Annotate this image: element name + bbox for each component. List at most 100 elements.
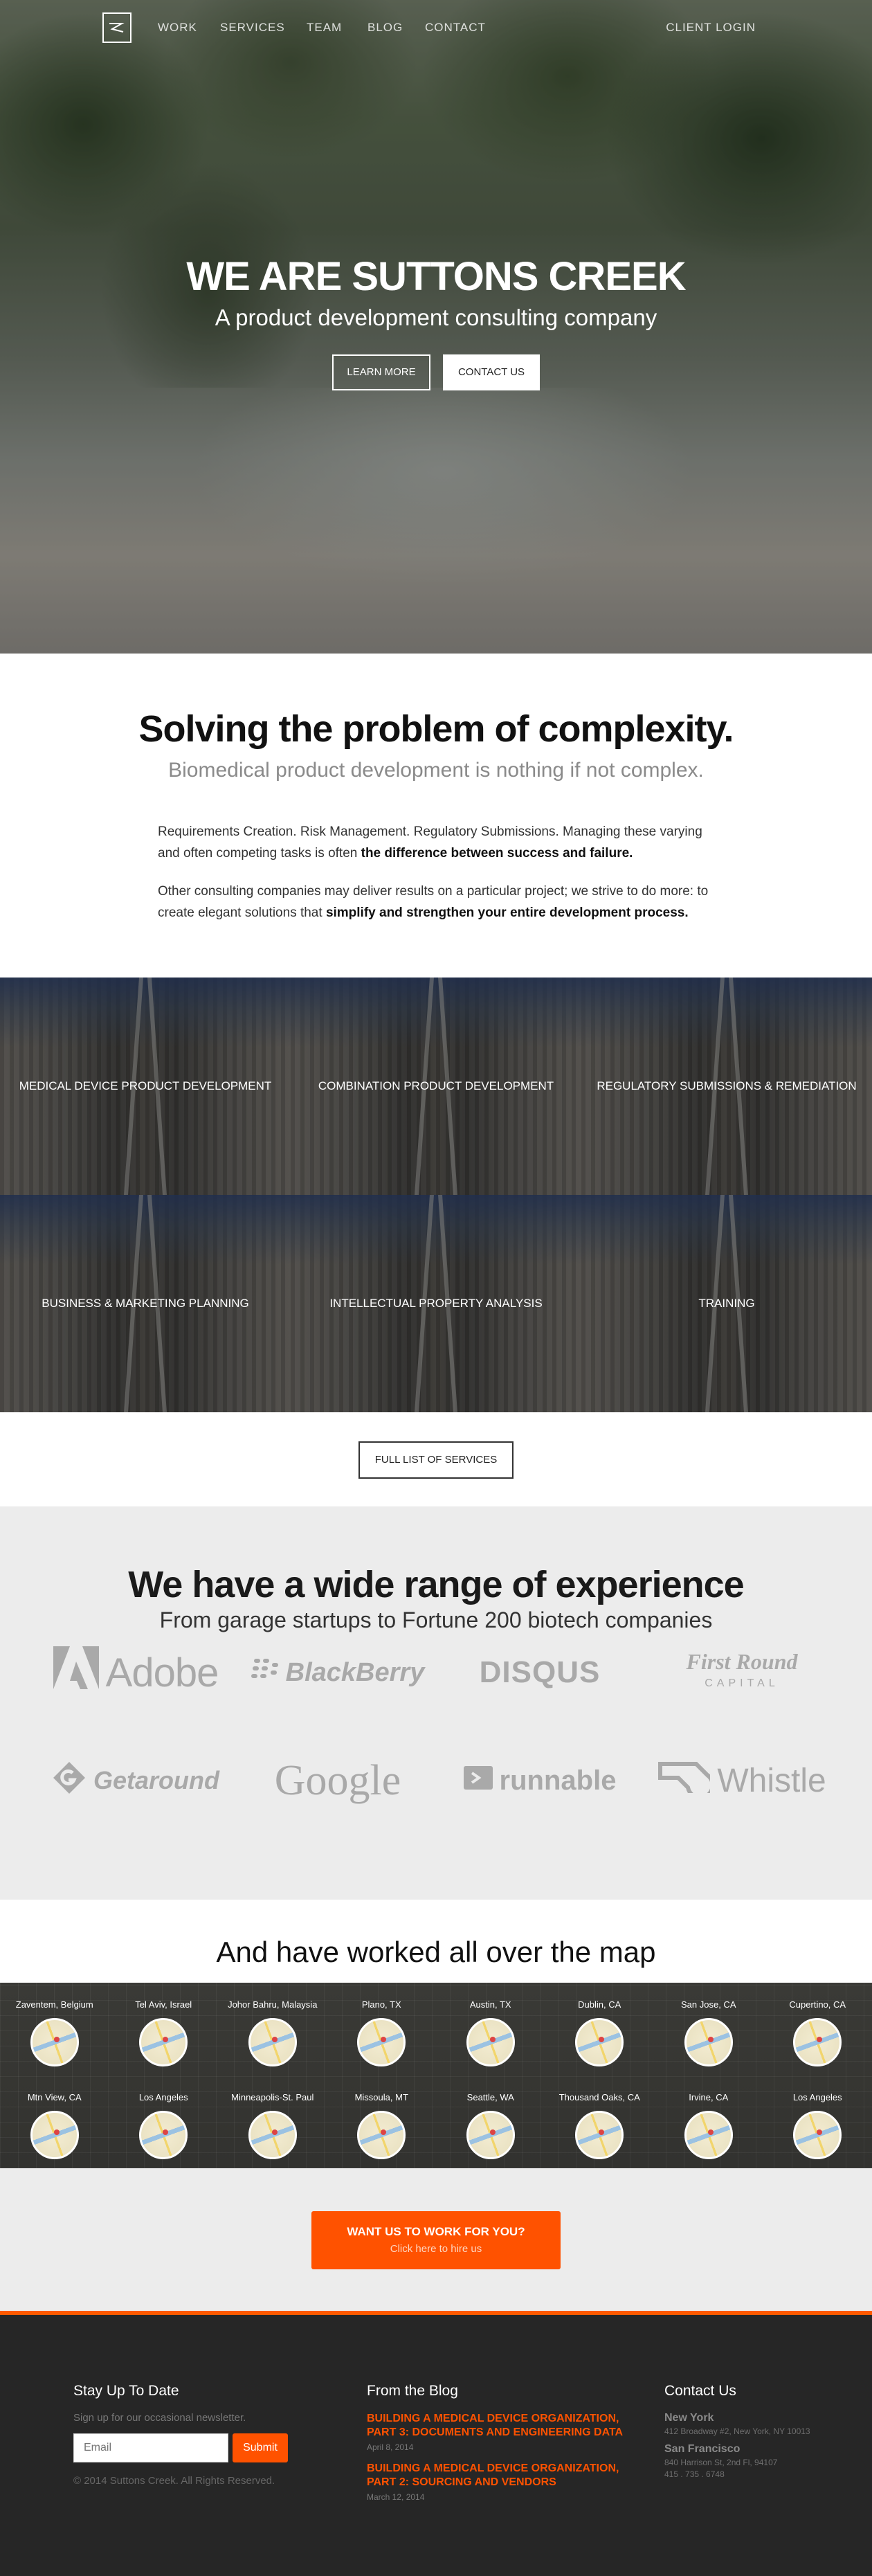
service-tile[interactable]: BUSINESS & MARKETING PLANNING (0, 1195, 291, 1412)
location-item: Tel Aviv, Israel (109, 1983, 219, 2075)
office-name: New York (664, 2412, 810, 2424)
office-new-york: New York 412 Broadway #2, New York, NY 1… (664, 2412, 810, 2436)
map-pin-icon (139, 2111, 188, 2159)
map-pin-icon (357, 2018, 406, 2066)
map-pin-icon (793, 2018, 842, 2066)
location-item: Los Angeles (109, 2075, 219, 2168)
map-pin-icon (466, 2111, 515, 2159)
whistle-logo: Whistle (652, 1753, 832, 1808)
learn-more-button[interactable]: LEARN MORE (332, 354, 430, 390)
getaround-icon (52, 1760, 87, 1801)
disqus-logo: DISQUS (450, 1645, 630, 1700)
blog-post: BUILDING A MEDICAL DEVICE ORGANIZATION, … (367, 2462, 644, 2502)
blog-post-link[interactable]: BUILDING A MEDICAL DEVICE ORGANIZATION, … (367, 2462, 619, 2488)
map-pin-icon (357, 2111, 406, 2159)
map-pin-icon (575, 2111, 624, 2159)
logo-wordmark: runnable (500, 1765, 617, 1796)
location-item: Los Angeles (763, 2075, 872, 2168)
service-tile[interactable]: TRAINING (581, 1195, 872, 1412)
logo-wordmark: Getaround (93, 1766, 219, 1795)
newsletter-form: Submit (73, 2433, 288, 2462)
location-name: Johor Bahru, Malaysia (228, 1999, 317, 2010)
paragraph-emphasis: the difference between success and failu… (361, 846, 633, 861)
footer: Stay Up To Date Sign up for our occasion… (0, 2315, 872, 2576)
services-grid: MEDICAL DEVICE PRODUCT DEVELOPMENT COMBI… (0, 978, 872, 1412)
full-list-section: FULL LIST OF SERVICES (0, 1412, 872, 1506)
office-address: 840 Harrison St, 2nd Fl, 94107 (664, 2458, 810, 2467)
runnable-icon (464, 1765, 493, 1796)
map-heading: And have worked all over the map (0, 1936, 872, 1969)
service-tile[interactable]: INTELLECTUAL PROPERTY ANALYSIS (291, 1195, 581, 1412)
location-name: Irvine, CA (689, 2092, 728, 2102)
whistle-icon (657, 1760, 710, 1801)
office-san-francisco: San Francisco 840 Harrison St, 2nd Fl, 9… (664, 2443, 810, 2479)
email-field[interactable] (73, 2433, 228, 2462)
service-label: COMBINATION PRODUCT DEVELOPMENT (311, 1079, 561, 1093)
complexity-section: Solving the problem of complexity. Biome… (0, 654, 872, 978)
service-label: BUSINESS & MARKETING PLANNING (35, 1297, 255, 1310)
full-list-of-services-button[interactable]: FULL LIST OF SERVICES (358, 1441, 514, 1479)
map-pin-icon (248, 2111, 297, 2159)
top-navigation: WORK SERVICES TEAM BLOG CONTACT CLIENT L… (0, 0, 872, 55)
map-pin-icon (30, 2018, 79, 2066)
blackberry-icon (251, 1657, 279, 1688)
service-tile[interactable]: COMBINATION PRODUCT DEVELOPMENT (291, 978, 581, 1195)
nav-blog[interactable]: BLOG (367, 21, 403, 35)
location-item: Plano, TX (327, 1983, 437, 2075)
map-pin-icon (139, 2018, 188, 2066)
newsletter-heading: Stay Up To Date (73, 2383, 288, 2399)
paragraph-emphasis: simplify and strengthen your entire deve… (326, 906, 689, 920)
hero: WORK SERVICES TEAM BLOG CONTACT CLIENT L… (0, 0, 872, 654)
nav-team[interactable]: TEAM (307, 21, 342, 35)
first-round-capital-logo: First Round CAPITAL (652, 1645, 832, 1700)
complexity-heading: Solving the problem of complexity. (0, 708, 872, 750)
location-item: Missoula, MT (327, 2075, 437, 2168)
location-item: Minneapolis-St. Paul (218, 2075, 327, 2168)
logo-wordmark: First Round (687, 1650, 798, 1673)
newsletter-text: Sign up for our occasional newsletter. (73, 2412, 288, 2424)
runnable-logo: runnable (450, 1753, 630, 1808)
adobe-icon (53, 1646, 99, 1699)
nav-contact[interactable]: CONTACT (425, 21, 486, 35)
experience-section: We have a wide range of experience From … (0, 1506, 872, 1900)
logo-wordmark: Adobe (106, 1650, 219, 1696)
location-item: San Jose, CA (654, 1983, 763, 2075)
office-address: 412 Broadway #2, New York, NY 10013 (664, 2426, 810, 2436)
location-name: Seattle, WA (467, 2092, 514, 2102)
location-name: Missoula, MT (355, 2092, 408, 2102)
blog-post-date: April 8, 2014 (367, 2442, 644, 2452)
service-tile[interactable]: REGULATORY SUBMISSIONS & REMEDIATION (581, 978, 872, 1195)
map-pin-icon (575, 2018, 624, 2066)
contact-us-button[interactable]: CONTACT US (443, 354, 540, 390)
service-tile[interactable]: MEDICAL DEVICE PRODUCT DEVELOPMENT (0, 978, 291, 1195)
experience-heading: We have a wide range of experience (0, 1563, 872, 1606)
location-name: San Jose, CA (681, 1999, 736, 2010)
location-item: Zaventem, Belgium (0, 1983, 109, 2075)
location-item: Johor Bahru, Malaysia (218, 1983, 327, 2075)
nav-services[interactable]: SERVICES (220, 21, 285, 35)
submit-button[interactable]: Submit (233, 2433, 288, 2462)
google-logo: Google (248, 1753, 428, 1808)
blog-post-link[interactable]: BUILDING A MEDICAL DEVICE ORGANIZATION, … (367, 2413, 623, 2438)
service-label: INTELLECTUAL PROPERTY ANALYSIS (323, 1297, 549, 1310)
map-pin-icon (684, 2111, 733, 2159)
blackberry-logo: BlackBerry (248, 1645, 428, 1700)
map-title-section: And have worked all over the map (0, 1900, 872, 1983)
hero-title: WE ARE SUTTONS CREEK (0, 253, 872, 300)
copyright: © 2014 Suttons Creek. All Rights Reserve… (73, 2475, 288, 2487)
cta-title: WANT US TO WORK FOR YOU? (311, 2225, 561, 2239)
experience-lead: From garage startups to Fortune 200 biot… (0, 1607, 872, 1633)
nav-work[interactable]: WORK (158, 21, 197, 35)
location-name: Cupertino, CA (789, 1999, 846, 2010)
hire-us-section: WANT US TO WORK FOR YOU? Click here to h… (0, 2168, 872, 2315)
adobe-logo: Adobe (46, 1645, 226, 1700)
location-name: Los Angeles (793, 2092, 842, 2102)
map-pin-icon (684, 2018, 733, 2066)
client-login-link[interactable]: CLIENT LOGIN (666, 21, 756, 35)
hire-us-button[interactable]: WANT US TO WORK FOR YOU? Click here to h… (311, 2211, 561, 2269)
cta-subtitle: Click here to hire us (311, 2243, 561, 2255)
logo-icon[interactable] (102, 12, 131, 43)
location-item: Dublin, CA (545, 1983, 655, 2075)
blog-heading: From the Blog (367, 2383, 644, 2399)
location-item: Thousand Oaks, CA (545, 2075, 655, 2168)
